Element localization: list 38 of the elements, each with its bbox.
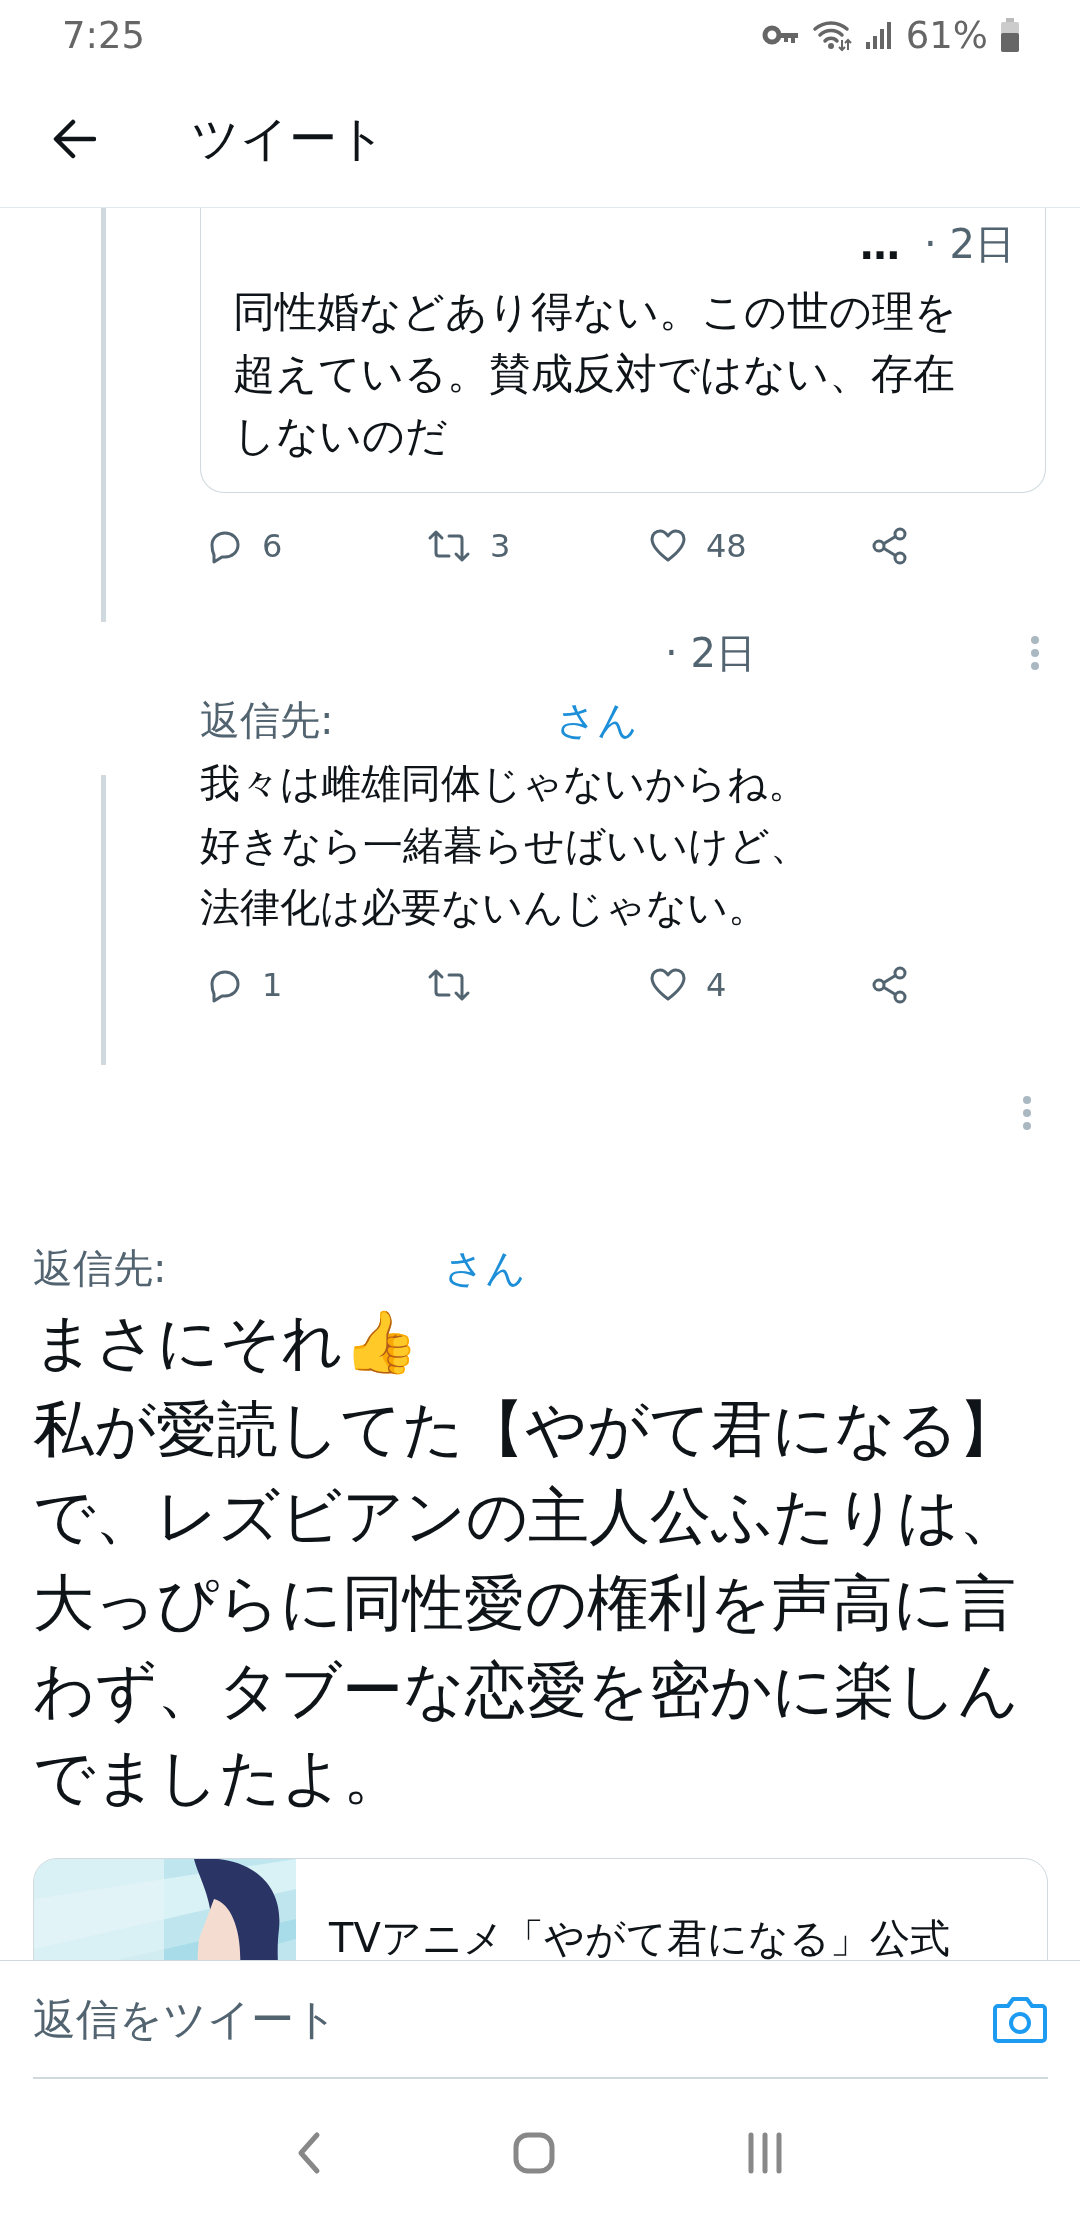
like-action[interactable]: 4: [644, 962, 866, 1008]
tweet-text-line: でましたよ。: [33, 1740, 405, 1814]
tweet-text-line: 私が愛読してた【やがて君になる】: [33, 1392, 1020, 1466]
more-icon[interactable]: [1021, 1094, 1033, 1131]
key-icon: [761, 24, 800, 46]
tweet-text-line: 我々は雌雄同体じゃないからね。: [200, 759, 809, 808]
battery-percent: 61%: [905, 13, 988, 57]
tweet-text-line: 好きなら一緒暮らせばいいけど、: [200, 821, 811, 870]
tweet-text-line: 法律化は必要ないんじゃない。: [200, 883, 769, 932]
like-action[interactable]: 48: [644, 523, 866, 569]
battery-icon: [1000, 18, 1020, 52]
signal-icon: [863, 20, 894, 50]
camera-icon[interactable]: [992, 1994, 1048, 2044]
retweet-action[interactable]: 3: [422, 523, 644, 569]
author-name: …: [860, 221, 901, 268]
reply-to-handle[interactable]: さん: [444, 1238, 527, 1298]
tweet-text-line: まさにそれ👍: [33, 1305, 420, 1379]
back-icon[interactable]: [52, 118, 96, 159]
reply-to-label: 返信先:: [33, 1244, 167, 1293]
quoted-tweet-card[interactable]: … · 2日 同性婚などあり得ない。この世の理を超えている。賛成反対ではない、存在しないのだ: [200, 208, 1046, 493]
link-card[interactable]: TVアニメ「やがて君になる」公式: [33, 1858, 1048, 1960]
tweet-time: · 2日: [665, 628, 756, 678]
home-icon[interactable]: [512, 2130, 556, 2175]
tweet-time: · 2日: [924, 220, 1015, 269]
reply-field[interactable]: 返信をツイート: [33, 1994, 992, 2044]
link-title: TVアニメ「やがて君になる」公式: [329, 1914, 950, 1960]
more-icon[interactable]: [1029, 635, 1041, 671]
tweet-text-line: で、レズビアンの主人公ふたりは、: [33, 1479, 1021, 1553]
reply-action[interactable]: 1: [200, 962, 422, 1008]
wifi-icon: [811, 18, 852, 52]
reply-to-handle[interactable]: さん: [556, 690, 639, 750]
tweet-text-line: 大っぴらに同性愛の権利を声高に言: [33, 1566, 1017, 1640]
reply-to-label: 返信先:: [200, 696, 334, 745]
page-title: ツイート: [191, 108, 386, 168]
status-time: 7:25: [62, 13, 146, 57]
tweet-text-line: わず、タブーな恋愛を密かに楽しん: [33, 1653, 1020, 1727]
tweet-text: 同性婚などあり得ない。この世の理を超えている。賛成反対ではない、存在しないのだ: [233, 286, 958, 462]
reply-action[interactable]: 6: [200, 523, 422, 569]
